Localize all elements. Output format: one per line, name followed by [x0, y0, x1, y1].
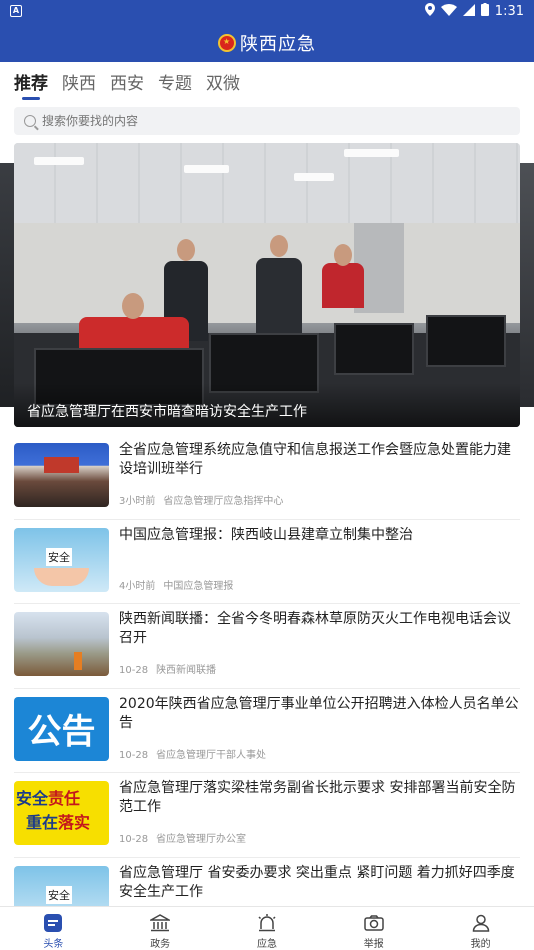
thumbnail-text: 责任: [48, 789, 81, 808]
location-icon: [424, 3, 435, 20]
news-thumbnail: [14, 527, 109, 592]
news-source: 省应急管理厅干部人事处: [156, 749, 267, 761]
news-source: 省应急管理厅应急指挥中心: [163, 496, 284, 507]
news-title: 2020年陕西省应急管理厅事业单位公开招聘进入体检人员名单公告: [119, 695, 519, 731]
government-building-icon: [149, 913, 171, 933]
nav-label: 头条: [43, 939, 64, 950]
news-item[interactable]: 中国应急管理报：陕西岐山县建章立制集中整治 4小时前中国应急管理报: [14, 520, 520, 604]
news-title: 陕西新闻联播：全省今冬明春森林草原防灭火工作电视电话会议召开: [119, 611, 511, 646]
nav-label: 举报: [363, 939, 384, 950]
news-time: 4小时前: [119, 580, 156, 592]
banner-photo-detail: [270, 235, 288, 257]
search-input[interactable]: [42, 114, 502, 128]
signal-icon: [462, 3, 475, 20]
banner-photo-detail: [426, 315, 506, 367]
banner-photo-detail: [122, 293, 144, 319]
banner-photo-detail: [322, 263, 364, 308]
news-item[interactable]: 全省应急管理系统应急值守和信息报送工作会暨应急处置能力建设培训班举行 3小时前省…: [14, 435, 520, 520]
tab-shaanxi[interactable]: 陕西: [62, 69, 96, 102]
news-item[interactable]: 公告 2020年陕西省应急管理厅事业单位公开招聘进入体检人员名单公告 10-28…: [14, 689, 520, 773]
app-title: 陕西应急: [240, 34, 316, 55]
banner-photo-detail: [184, 165, 229, 173]
banner-photo-detail: [34, 157, 84, 165]
banner-photo-detail: [177, 239, 195, 261]
search-bar[interactable]: [14, 107, 520, 135]
alarm-light-icon: [256, 913, 278, 933]
battery-icon: [480, 3, 489, 20]
nav-report[interactable]: 举报: [320, 907, 427, 950]
news-title: 省应急管理厅 省安委办要求 突出重点 紧盯问题 着力抓好四季度安全生产工作: [119, 864, 515, 900]
category-tabs: 推荐 陕西 西安 专题 双微: [0, 62, 534, 102]
national-emblem-icon: [218, 34, 236, 52]
status-time: 1:31: [494, 4, 524, 19]
news-time: 10-28: [119, 834, 149, 845]
news-item[interactable]: 安全责任 重在落实 省应急管理厅落实梁桂常务副省长批示要求 安排部署当前安全防范…: [14, 773, 520, 858]
news-meta: 10-28 陕西新闻联播: [119, 661, 224, 676]
search-icon: [24, 115, 36, 127]
news-list: 全省应急管理系统应急值守和信息报送工作会暨应急处置能力建设培训班举行 3小时前省…: [14, 435, 520, 942]
news-meta: 10-28 省应急管理厅干部人事处: [119, 746, 274, 761]
tab-social-media[interactable]: 双微: [206, 69, 240, 102]
news-thumbnail: [14, 443, 109, 507]
tab-recommend[interactable]: 推荐: [14, 69, 48, 102]
banner-photo-detail: [334, 244, 352, 266]
nav-headlines[interactable]: 头条: [0, 907, 107, 950]
featured-banner[interactable]: 省应急管理厅在西安市暗查暗访安全生产工作: [14, 143, 520, 427]
banner-photo: [14, 143, 520, 223]
news-meta: 4小时前 中国应急管理报: [119, 577, 241, 592]
news-title: 全省应急管理系统应急值守和信息报送工作会暨应急处置能力建设培训班举行: [119, 442, 511, 477]
news-meta: 10-28 省应急管理厅办公室: [119, 830, 254, 845]
tab-topics[interactable]: 专题: [158, 69, 192, 102]
user-icon: [470, 913, 492, 933]
news-time: 3小时前: [119, 496, 156, 507]
carousel-next-peek[interactable]: [520, 163, 534, 407]
thumbnail-text: 安全: [16, 789, 49, 808]
status-bar: A 1:31: [0, 0, 534, 24]
news-title: 中国应急管理报：陕西岐山县建章立制集中整治: [119, 526, 413, 543]
nav-label: 政务: [150, 939, 171, 950]
app-header: 陕西应急: [0, 24, 534, 62]
nav-label: 我的: [470, 939, 491, 950]
nav-label: 应急: [256, 939, 277, 950]
news-thumbnail: 安全责任 重在落实: [14, 781, 109, 845]
banner-caption: 省应急管理厅在西安市暗查暗访安全生产工作: [14, 383, 520, 427]
news-item[interactable]: 陕西新闻联播：全省今冬明春森林草原防灭火工作电视电话会议召开 10-28 陕西新闻…: [14, 604, 520, 689]
banner-photo-detail: [334, 323, 414, 375]
carousel-prev-peek[interactable]: [0, 163, 14, 407]
banner-photo-detail: [256, 258, 302, 340]
news-thumbnail: [14, 612, 109, 676]
news-meta: 3小时前 省应急管理厅应急指挥中心: [119, 492, 291, 507]
banner-photo-detail: [344, 149, 399, 157]
news-thumbnail: 公告: [14, 696, 109, 761]
news-source: 省应急管理厅办公室: [156, 834, 247, 845]
banner-photo-detail: [294, 173, 334, 181]
news-time: 10-28: [119, 665, 149, 676]
thumbnail-text: 重在: [26, 813, 59, 832]
news-title: 省应急管理厅落实梁桂常务副省长批示要求 安排部署当前安全防范工作: [119, 780, 516, 815]
nav-profile[interactable]: 我的: [427, 907, 534, 950]
news-time: 10-28: [119, 749, 149, 761]
wifi-icon: [440, 3, 457, 20]
camera-icon: [363, 913, 385, 933]
headline-icon: [42, 913, 64, 933]
tab-xian[interactable]: 西安: [110, 69, 144, 102]
notification-icon: A: [10, 5, 22, 17]
nav-government[interactable]: 政务: [107, 907, 214, 950]
news-source: 陕西新闻联播: [156, 665, 217, 676]
bottom-nav: 头条 政务 应急 举报 我的: [0, 906, 534, 950]
nav-emergency[interactable]: 应急: [214, 907, 321, 950]
thumbnail-text: 落实: [58, 813, 91, 832]
news-source: 中国应急管理报: [163, 580, 234, 592]
